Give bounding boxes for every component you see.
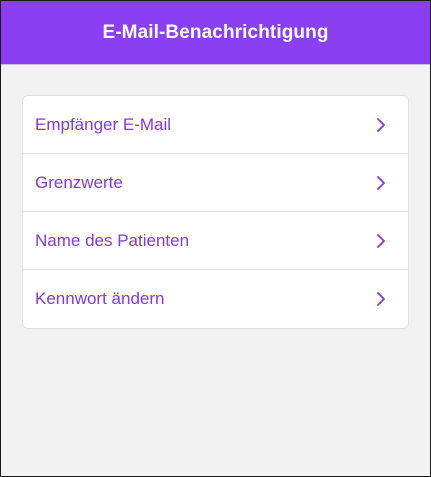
app-screen: E-Mail-Benachrichtigung Empfänger E-Mail… xyxy=(0,0,431,477)
menu-item-change-password[interactable]: Kennwort ändern xyxy=(23,270,408,328)
chevron-right-icon xyxy=(376,291,386,307)
page-title: E-Mail-Benachrichtigung xyxy=(102,21,329,43)
menu-item-label: Name des Patienten xyxy=(35,230,190,250)
menu-item-label: Kennwort ändern xyxy=(35,289,165,308)
chevron-right-icon xyxy=(376,175,386,191)
menu-item-label: Grenzwerte xyxy=(35,172,123,192)
menu-item-patient-name[interactable]: Name des Patienten xyxy=(23,212,408,270)
settings-menu: Empfänger E-Mail Grenzwerte Name des Pat… xyxy=(22,95,409,329)
menu-item-label: Empfänger E-Mail xyxy=(35,114,172,134)
chevron-right-icon xyxy=(376,233,386,249)
menu-item-thresholds[interactable]: Grenzwerte xyxy=(23,154,408,212)
menu-item-recipient-email[interactable]: Empfänger E-Mail xyxy=(23,96,408,154)
chevron-right-icon xyxy=(376,117,386,133)
app-header: E-Mail-Benachrichtigung xyxy=(1,1,430,65)
